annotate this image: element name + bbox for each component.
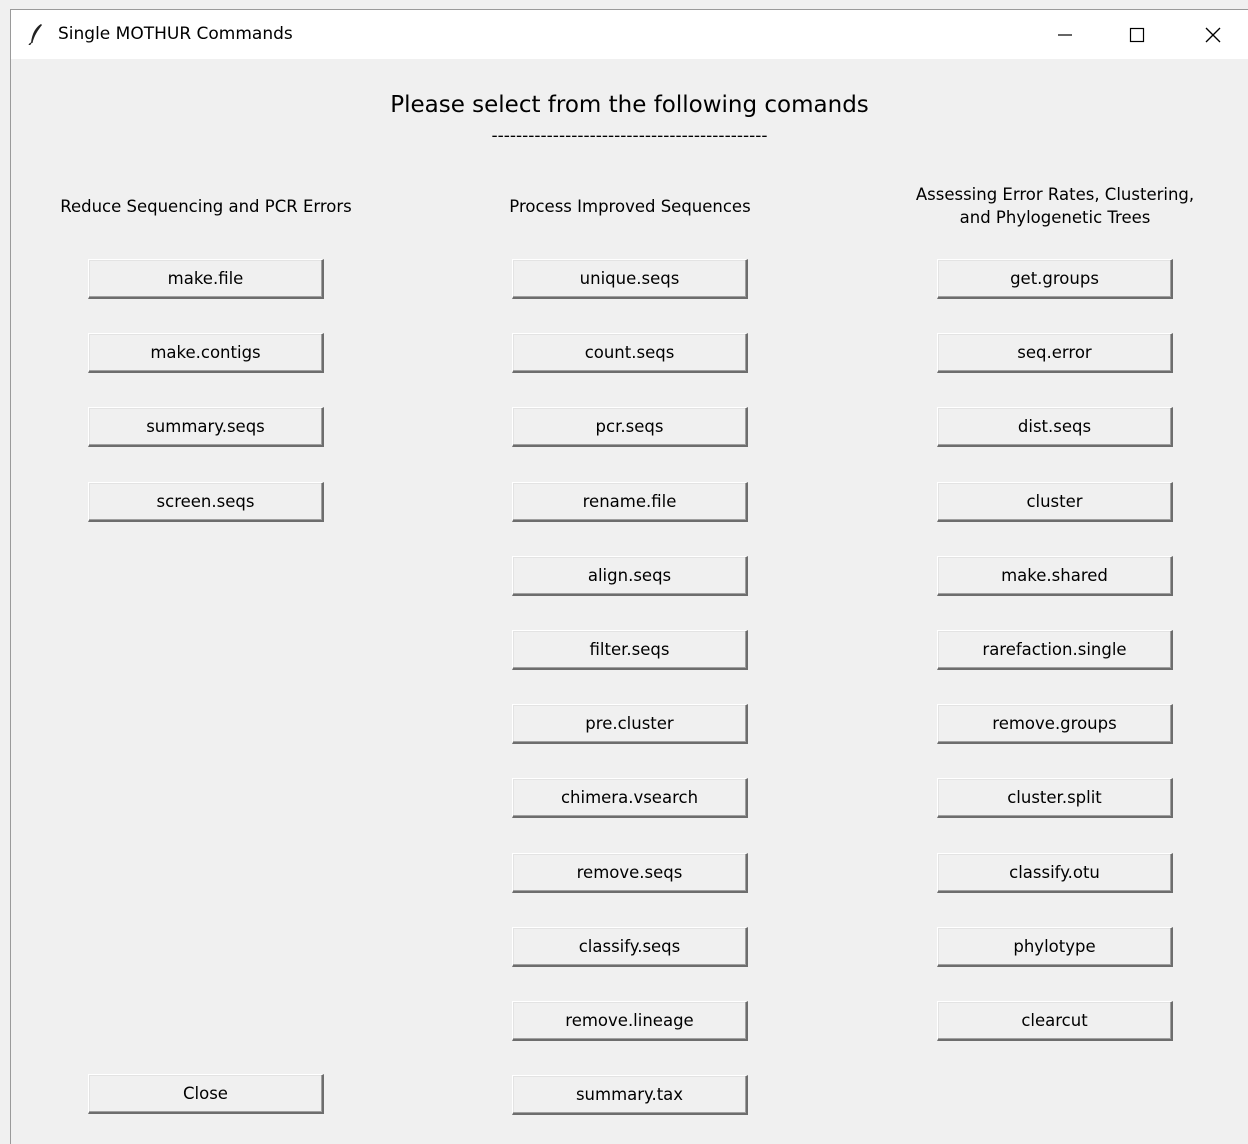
column-heading-line: and Phylogenetic Trees <box>959 208 1151 227</box>
command-button-cluster-split[interactable]: cluster.split <box>937 778 1173 818</box>
command-button-make-shared[interactable]: make.shared <box>937 556 1173 596</box>
command-button-summary-tax[interactable]: summary.tax <box>512 1075 748 1115</box>
close-button[interactable] <box>1177 10 1248 59</box>
title-divider: ----------------------------------------… <box>491 126 768 146</box>
command-button-seq-error[interactable]: seq.error <box>937 333 1173 373</box>
command-button-remove-groups[interactable]: remove.groups <box>937 704 1173 744</box>
minimize-button[interactable] <box>1029 10 1101 59</box>
maximize-button[interactable] <box>1101 10 1173 59</box>
command-button-unique-seqs[interactable]: unique.seqs <box>512 259 748 299</box>
command-button-get-groups[interactable]: get.groups <box>937 259 1173 299</box>
column-heading-2: Process Improved Sequences <box>470 195 790 218</box>
command-button-cluster[interactable]: cluster <box>937 482 1173 522</box>
command-button-clearcut[interactable]: clearcut <box>937 1001 1173 1041</box>
column-heading-3: Assessing Error Rates, Clustering, and Ph… <box>895 183 1215 229</box>
command-button-filter-seqs[interactable]: filter.seqs <box>512 630 748 670</box>
app-window: Single MOTHUR Commands Please select fro… <box>10 9 1248 1144</box>
command-button-chimera-vsearch[interactable]: chimera.vsearch <box>512 778 748 818</box>
command-button-screen-seqs[interactable]: screen.seqs <box>88 482 324 522</box>
window-title: Single MOTHUR Commands <box>58 24 293 44</box>
minimize-icon <box>1058 33 1072 36</box>
title-bar[interactable]: Single MOTHUR Commands <box>11 10 1248 59</box>
command-button-make-contigs[interactable]: make.contigs <box>88 333 324 373</box>
column-heading-line: Process Improved Sequences <box>509 197 751 216</box>
command-button-align-seqs[interactable]: align.seqs <box>512 556 748 596</box>
command-button-classify-seqs[interactable]: classify.seqs <box>512 927 748 967</box>
close-window-button[interactable]: Close <box>88 1074 324 1114</box>
command-button-remove-lineage[interactable]: remove.lineage <box>512 1001 748 1041</box>
command-button-pcr-seqs[interactable]: pcr.seqs <box>512 407 748 447</box>
column-heading-1: Reduce Sequencing and PCR Errors <box>46 195 366 218</box>
command-button-summary-seqs[interactable]: summary.seqs <box>88 407 324 447</box>
command-button-dist-seqs[interactable]: dist.seqs <box>937 407 1173 447</box>
command-button-rename-file[interactable]: rename.file <box>512 482 748 522</box>
column-heading-line: Reduce Sequencing and PCR Errors <box>60 197 352 216</box>
close-icon <box>1205 27 1221 42</box>
page-title: Please select from the following comands <box>390 92 869 118</box>
command-button-classify-otu[interactable]: classify.otu <box>937 853 1173 893</box>
command-button-remove-seqs[interactable]: remove.seqs <box>512 853 748 893</box>
column-heading-line: Assessing Error Rates, Clustering, <box>915 185 1195 204</box>
maximize-icon <box>1129 27 1145 42</box>
command-button-make-file[interactable]: make.file <box>88 259 324 299</box>
command-button-count-seqs[interactable]: count.seqs <box>512 333 748 373</box>
feather-icon <box>28 24 42 45</box>
command-button-phylotype[interactable]: phylotype <box>937 927 1173 967</box>
command-button-rarefaction-single[interactable]: rarefaction.single <box>937 630 1173 670</box>
command-button-pre-cluster[interactable]: pre.cluster <box>512 704 748 744</box>
